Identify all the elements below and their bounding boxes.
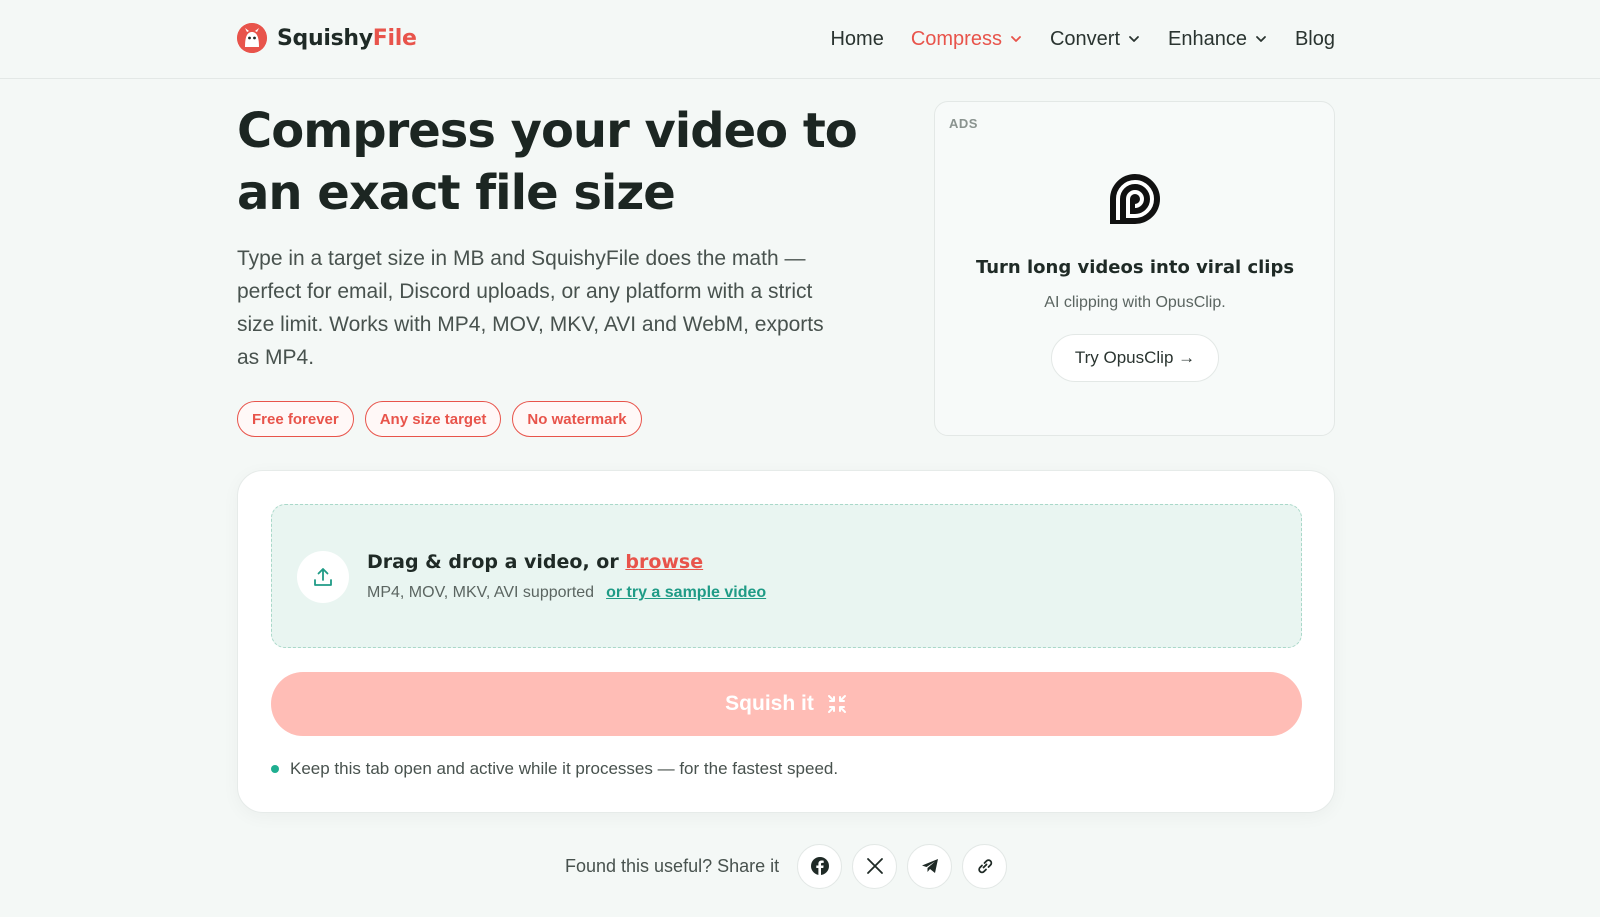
share-x-button[interactable]	[852, 843, 898, 889]
nav-compress[interactable]: Compress	[911, 28, 1023, 51]
supported-formats: MP4, MOV, MKV, AVI supported	[367, 584, 595, 601]
ad-card: ADS Turn long videos into viral clips AI…	[934, 101, 1335, 436]
share-label: Found this useful? Share it	[565, 855, 780, 876]
dropzone-subtitle: MP4, MOV, MKV, AVI supported or try a sa…	[367, 584, 766, 602]
squish-it-button[interactable]: Squish it	[271, 672, 1302, 736]
nav-convert[interactable]: Convert	[1050, 28, 1141, 51]
dropzone-title: Drag & drop a video, or browse	[367, 551, 704, 573]
pill-no-watermark: No watermark	[512, 401, 642, 437]
try-opusclip-button[interactable]: Try OpusClip →	[1051, 334, 1219, 382]
video-dropzone[interactable]: Drag & drop a video, or browse MP4, MOV,…	[271, 504, 1302, 648]
share-facebook-button[interactable]	[797, 843, 843, 889]
status-dot	[271, 765, 279, 773]
tip-text: Keep this tab open and active while it p…	[290, 759, 839, 778]
x-icon	[866, 858, 883, 874]
link-icon	[977, 859, 992, 874]
facebook-icon	[810, 857, 829, 875]
page-description: Type in a target size in MB and SquishyF…	[237, 247, 824, 369]
chevron-down-icon	[1011, 36, 1021, 42]
feature-pills: Free forever Any size target No watermar…	[237, 401, 642, 437]
processing-tip: Keep this tab open and active while it p…	[271, 759, 838, 779]
opusclip-logo-icon	[1110, 174, 1160, 224]
share-row: Found this useful? Share it	[565, 842, 1008, 890]
ad-title: Turn long videos into viral clips	[975, 257, 1295, 278]
ad-subtitle: AI clipping with OpusClip.	[1044, 294, 1226, 311]
squish-button-label: Squish it	[725, 692, 814, 715]
squishy-mascot-icon	[237, 23, 267, 53]
page-title: Compress your video to an exact file siz…	[237, 103, 858, 221]
sample-video-link[interactable]: or try a sample video	[606, 584, 766, 602]
nav-blog[interactable]: Blog	[1295, 28, 1335, 51]
logo-text: SquishyFile	[277, 25, 417, 51]
upload-card: Drag & drop a video, or browse MP4, MOV,…	[237, 470, 1335, 813]
compress-arrows-icon	[827, 695, 846, 713]
nav-home[interactable]: Home	[830, 28, 883, 51]
pill-any-size-target: Any size target	[364, 401, 502, 437]
share-telegram-button[interactable]	[907, 843, 953, 889]
telegram-icon	[921, 859, 938, 873]
chevron-down-icon	[1129, 36, 1139, 42]
browse-link[interactable]: browse	[625, 551, 703, 573]
ad-label: ADS	[949, 116, 978, 131]
upload-icon	[297, 551, 349, 603]
share-link-button[interactable]	[962, 843, 1008, 889]
pill-free-forever: Free forever	[237, 401, 354, 437]
main-nav: Home Compress Convert Enhance Blog	[830, 22, 1335, 56]
site-logo[interactable]: SquishyFile	[237, 22, 417, 54]
chevron-down-icon	[1256, 36, 1266, 42]
site-header: SquishyFile Home Compress Convert Enhanc…	[0, 0, 1600, 79]
nav-enhance[interactable]: Enhance	[1168, 28, 1268, 51]
